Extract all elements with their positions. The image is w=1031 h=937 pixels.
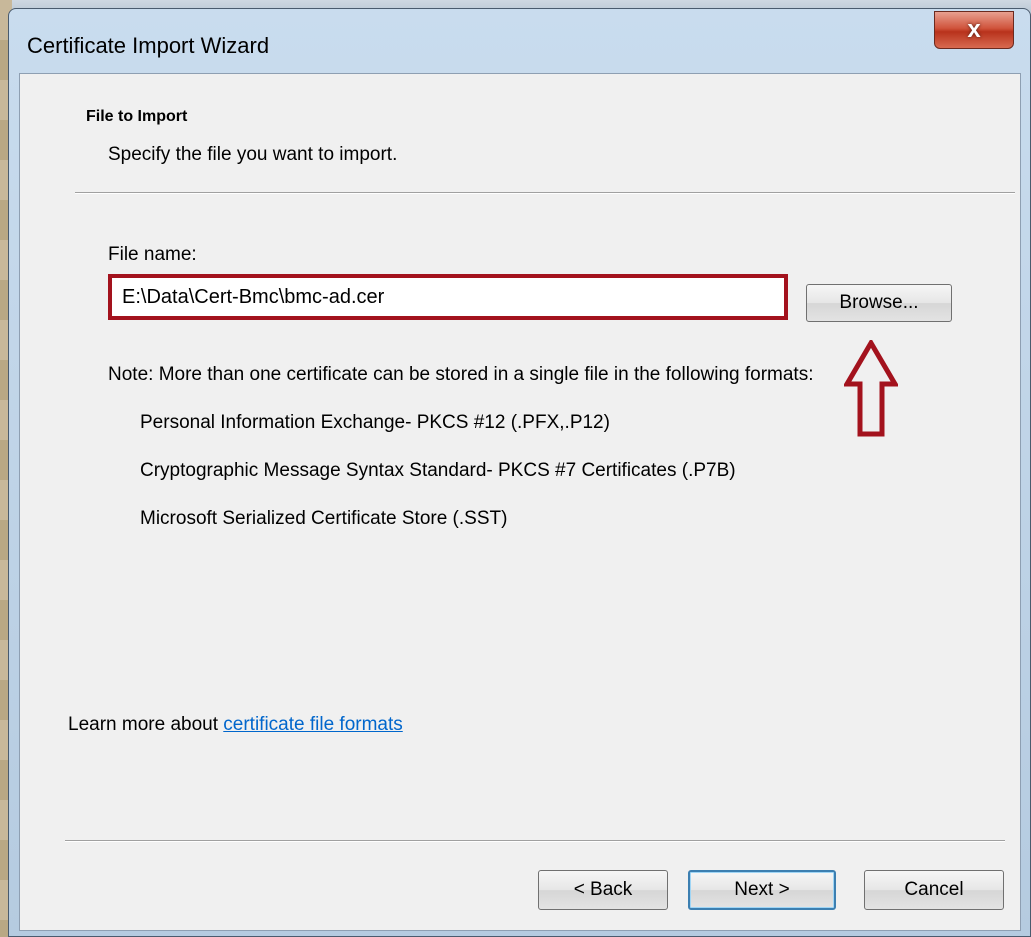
back-button[interactable]: < Back [538, 870, 668, 910]
format-item: Microsoft Serialized Certificate Store (… [140, 508, 508, 529]
wizard-page: File to Import Specify the file you want… [19, 73, 1021, 931]
cancel-button[interactable]: Cancel [864, 870, 1004, 910]
up-arrow-icon [844, 340, 898, 437]
formats-note: Note: More than one certificate can be s… [108, 364, 814, 385]
learn-more-prefix: Learn more about [68, 714, 224, 735]
window-title: Certificate Import Wizard [27, 33, 270, 58]
format-item: Personal Information Exchange- PKCS #12 … [140, 412, 610, 433]
header-separator [75, 192, 1015, 194]
certificate-formats-link[interactable]: certificate file formats [223, 714, 403, 735]
next-button[interactable]: Next > [688, 870, 836, 910]
footer-separator [65, 840, 1005, 842]
close-button[interactable]: x [934, 11, 1014, 49]
page-subheading: Specify the file you want to import. [108, 144, 398, 165]
browse-button[interactable]: Browse... [806, 284, 952, 322]
certificate-import-wizard-window: Certificate Import Wizard x File to Impo… [8, 8, 1031, 937]
learn-more: Learn more about certificate file format… [68, 714, 403, 736]
page-heading: File to Import [86, 108, 188, 125]
format-item: Cryptographic Message Syntax Standard- P… [140, 460, 736, 481]
close-icon: x [967, 16, 981, 43]
file-name-label: File name: [108, 244, 197, 265]
title-bar: Certificate Import Wizard x [9, 9, 1030, 73]
file-name-input[interactable] [108, 274, 788, 320]
